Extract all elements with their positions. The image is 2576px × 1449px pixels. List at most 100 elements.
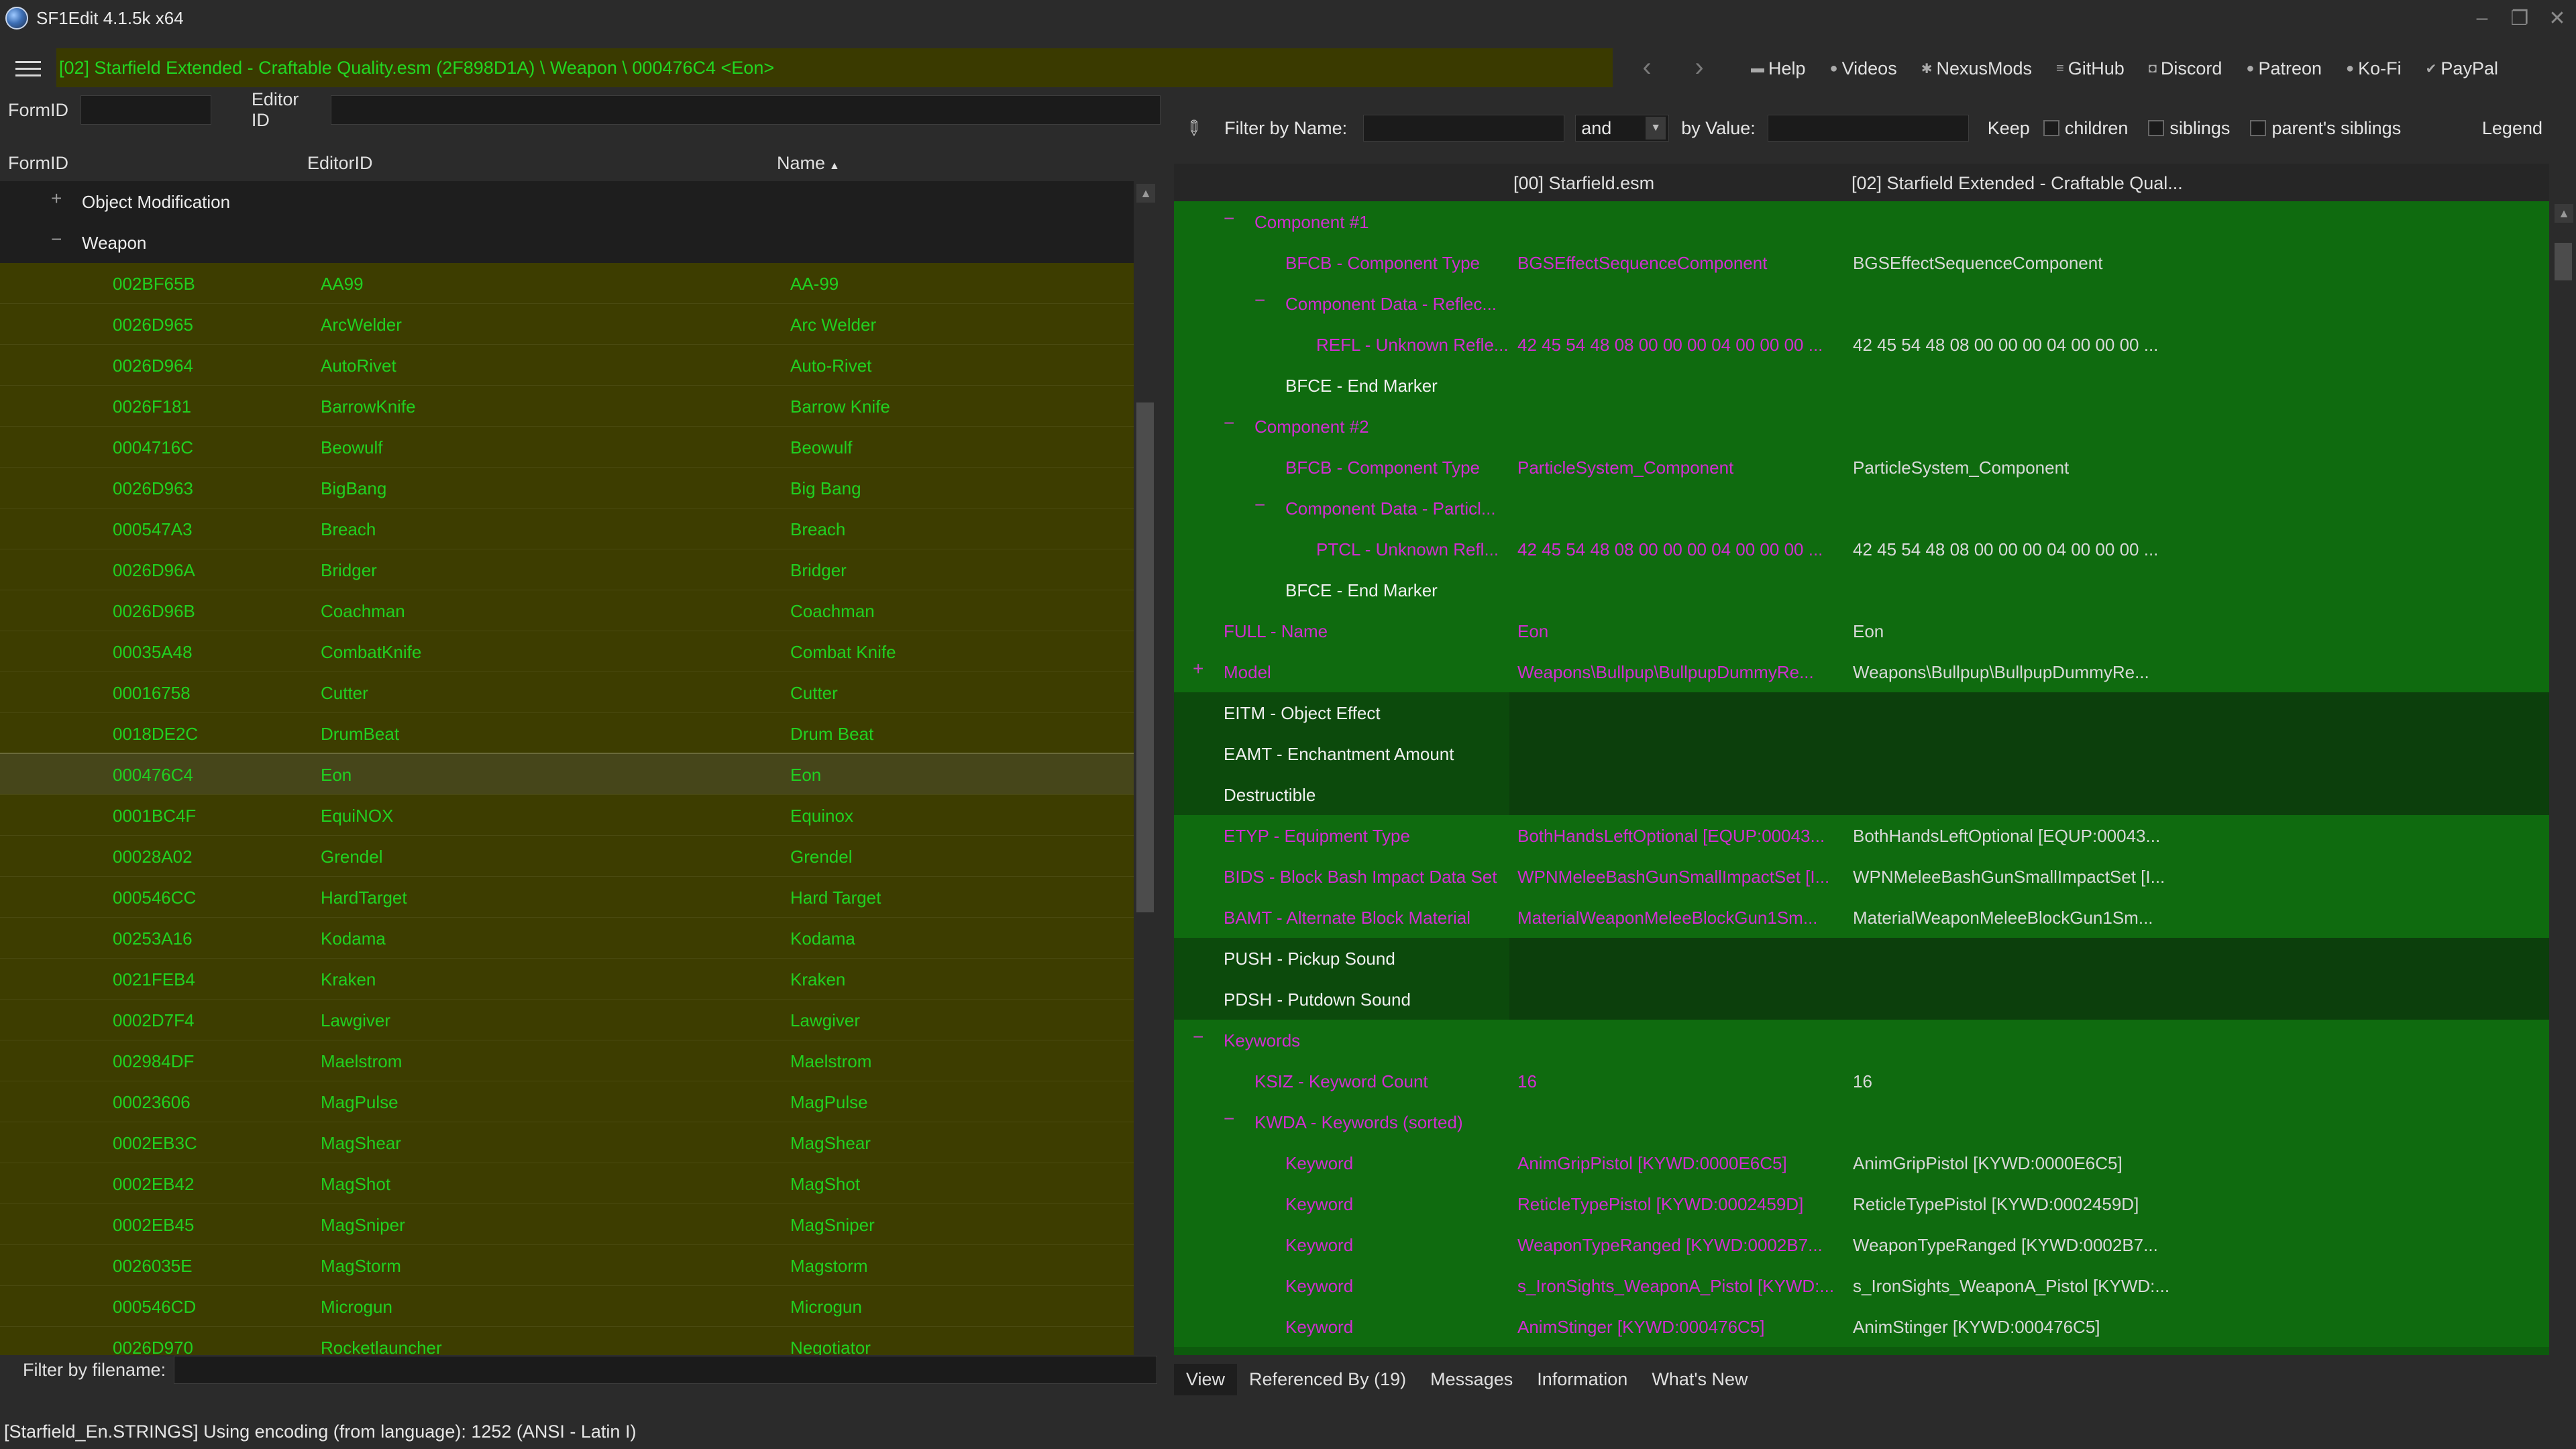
record-row[interactable]: 000546CD Microgun Microgun <box>0 1286 1134 1327</box>
collapse-icon[interactable]: − <box>1193 1026 1203 1048</box>
record-field-row[interactable]: Keyword AnimGripPistol [KYWD:0000E6C5] Ani… <box>1174 1142 2549 1183</box>
record-field-row[interactable]: BFCB - Component Type ParticleSystem_Comp… <box>1174 447 2549 488</box>
record-field-row[interactable]: PUSH - Pickup Sound <box>1174 938 2549 979</box>
plugin-value-cell[interactable]: WPNMeleeBashGunSmallImpactSet [I... <box>1845 856 2549 897</box>
master-value-cell[interactable]: Eon <box>1509 610 1845 651</box>
record-field-row[interactable]: BFCE - End Marker <box>1174 570 2549 610</box>
record-field-row[interactable]: EITM - Object Effect <box>1174 692 2549 733</box>
link-help[interactable]: ▬ Help <box>1751 58 1806 79</box>
formid-input[interactable] <box>80 95 211 125</box>
plugin-value-cell[interactable]: 42 45 54 48 08 00 00 00 04 00 00 00 ... <box>1845 324 2549 365</box>
master-value-cell[interactable]: s_IronSights_WeaponA_Pistol [KYWD:... <box>1509 1265 1845 1306</box>
record-row[interactable]: 00028A02 Grendel Grendel <box>0 836 1134 877</box>
master-value-cell[interactable]: WPNMeleeBashGunSmallImpactSet [I... <box>1509 856 1845 897</box>
record-row[interactable]: 0001BC4F EquiNOX Equinox <box>0 795 1134 836</box>
tree-group-row[interactable]: + Object Modification <box>0 181 1134 222</box>
master-value-cell[interactable] <box>1509 692 1845 733</box>
pin-icon[interactable]: ✎ <box>1179 114 1208 143</box>
link-videos[interactable]: ● Videos <box>1830 58 1897 79</box>
plugin-value-cell[interactable] <box>1845 733 2549 774</box>
record-row[interactable]: 00016758 Cutter Cutter <box>0 672 1134 713</box>
master-value-cell[interactable]: AnimGripPistol [KYWD:0000E6C5] <box>1509 1142 1845 1183</box>
filter-value-input[interactable] <box>1767 115 1969 142</box>
record-field-row[interactable]: KSIZ - Keyword Count 16 16 <box>1174 1061 2549 1102</box>
expand-icon[interactable]: + <box>51 188 62 209</box>
col-formid[interactable]: FormID <box>8 153 68 174</box>
col-name[interactable]: Name ▲ <box>777 153 840 174</box>
record-field-row[interactable]: − Component #2 <box>1174 406 2549 447</box>
editorid-input[interactable] <box>331 95 1161 125</box>
keep-siblings-checkbox[interactable] <box>2148 120 2165 136</box>
legend-button[interactable]: Legend <box>2482 118 2542 139</box>
master-value-cell[interactable] <box>1509 938 1845 979</box>
close-button[interactable]: ✕ <box>2538 0 2576 36</box>
col-plugin-file[interactable]: [02] Starfield Extended - Craftable Qual… <box>1851 173 2183 194</box>
record-row[interactable]: 0021FEB4 Kraken Kraken <box>0 959 1134 1000</box>
collapse-icon[interactable]: − <box>1224 1108 1234 1130</box>
record-field-row[interactable]: Destructible <box>1174 774 2549 815</box>
plugin-value-cell[interactable] <box>1845 488 2549 529</box>
keep-children-checkbox[interactable] <box>2043 120 2059 136</box>
record-row[interactable]: 0026D965 ArcWelder Arc Welder <box>0 304 1134 345</box>
record-field-row[interactable]: PDSH - Putdown Sound <box>1174 979 2549 1020</box>
tree-group-row[interactable]: − Weapon <box>0 222 1134 263</box>
record-path-field[interactable]: [02] Starfield Extended - Craftable Qual… <box>56 48 1613 87</box>
master-value-cell[interactable] <box>1509 283 1845 324</box>
filter-filename-input[interactable] <box>174 1356 1158 1384</box>
master-value-cell[interactable] <box>1509 365 1845 406</box>
record-row[interactable]: 00035A48 CombatKnife Combat Knife <box>0 631 1134 672</box>
collapse-icon[interactable]: − <box>1254 290 1265 311</box>
link-paypal[interactable]: ✔ PayPal <box>2426 58 2498 79</box>
plugin-value-cell[interactable]: 42 45 54 48 08 00 00 00 04 00 00 00 ... <box>1845 529 2549 570</box>
plugin-value-cell[interactable] <box>1845 938 2549 979</box>
record-row[interactable]: 00253A16 Kodama Kodama <box>0 918 1134 959</box>
link-discord[interactable]: ◘ Discord <box>2149 58 2222 79</box>
record-row[interactable]: 0026D963 BigBang Big Bang <box>0 468 1134 508</box>
collapse-icon[interactable]: − <box>1224 413 1234 434</box>
record-field-row[interactable]: BFCB - Component Type BGSEffectSequenceCo… <box>1174 242 2549 283</box>
record-field-row[interactable]: FULL - Name Eon Eon <box>1174 610 2549 651</box>
record-field-row[interactable]: PTCL - Unknown Refl... 42 45 54 48 08 00 … <box>1174 529 2549 570</box>
plugin-value-cell[interactable] <box>1845 1020 2549 1061</box>
master-value-cell[interactable] <box>1509 201 1845 242</box>
master-value-cell[interactable]: ParticleSystem_Component <box>1509 447 1845 488</box>
expand-icon[interactable]: + <box>1193 658 1203 680</box>
plugin-value-cell[interactable] <box>1845 201 2549 242</box>
record-field-row[interactable]: BIDS - Block Bash Impact Data Set WPNMele… <box>1174 856 2549 897</box>
plugin-value-cell[interactable] <box>1845 365 2549 406</box>
collapse-icon[interactable]: − <box>51 229 62 250</box>
col-master-file[interactable]: [00] Starfield.esm <box>1513 173 1654 194</box>
master-value-cell[interactable] <box>1509 488 1845 529</box>
filter-operator-select[interactable]: and ▼ <box>1575 115 1670 142</box>
record-row[interactable]: 002984DF Maelstrom Maelstrom <box>0 1040 1134 1081</box>
plugin-value-cell[interactable]: BGSEffectSequenceComponent <box>1845 242 2549 283</box>
minimize-button[interactable]: – <box>2463 0 2501 36</box>
record-field-row[interactable]: ETYP - Equipment Type BothHandsLeftOption… <box>1174 815 2549 856</box>
link-github[interactable]: ≡ GitHub <box>2056 58 2125 79</box>
record-field-row[interactable]: BFCE - End Marker <box>1174 365 2549 406</box>
record-field-row[interactable]: − Component Data - Particl... <box>1174 488 2549 529</box>
master-value-cell[interactable]: 42 45 54 48 08 00 00 00 04 00 00 00 ... <box>1509 324 1845 365</box>
link-patreon[interactable]: ● Patreon <box>2246 58 2322 79</box>
record-row[interactable]: 0002EB3C MagShear MagShear <box>0 1122 1134 1163</box>
master-value-cell[interactable]: BGSEffectSequenceComponent <box>1509 242 1845 283</box>
record-row[interactable]: 0026D96A Bridger Bridger <box>0 549 1134 590</box>
master-value-cell[interactable]: ReticleTypePistol [KYWD:0002459D] <box>1509 1183 1845 1224</box>
plugin-value-cell[interactable] <box>1845 692 2549 733</box>
scroll-up-icon[interactable]: ▲ <box>2555 204 2573 223</box>
filter-name-input[interactable] <box>1363 115 1565 142</box>
record-row[interactable]: 0026D96B Coachman Coachman <box>0 590 1134 631</box>
plugin-value-cell[interactable]: MaterialWeaponMeleeBlockGun1Sm... <box>1845 897 2549 938</box>
plugin-value-cell[interactable]: ParticleSystem_Component <box>1845 447 2549 488</box>
scroll-up-icon[interactable]: ▲ <box>1136 184 1155 203</box>
record-row[interactable]: 0002D7F4 Lawgiver Lawgiver <box>0 1000 1134 1040</box>
keep-parents-siblings-checkbox[interactable] <box>2250 120 2267 136</box>
record-field-row[interactable]: REFL - Unknown Refle... 42 45 54 48 08 00… <box>1174 324 2549 365</box>
collapse-icon[interactable]: − <box>1254 494 1265 516</box>
plugin-value-cell[interactable] <box>1845 979 2549 1020</box>
master-value-cell[interactable]: BothHandsLeftOptional [EQUP:00043... <box>1509 815 1845 856</box>
collapse-icon[interactable]: − <box>1224 208 1234 229</box>
record-row[interactable]: 00023606 MagPulse MagPulse <box>0 1081 1134 1122</box>
link-ko-fi[interactable]: ● Ko-Fi <box>2346 58 2402 79</box>
record-field-row[interactable]: Keyword WeaponTypeRanged [KYWD:0002B7... W… <box>1174 1224 2549 1265</box>
